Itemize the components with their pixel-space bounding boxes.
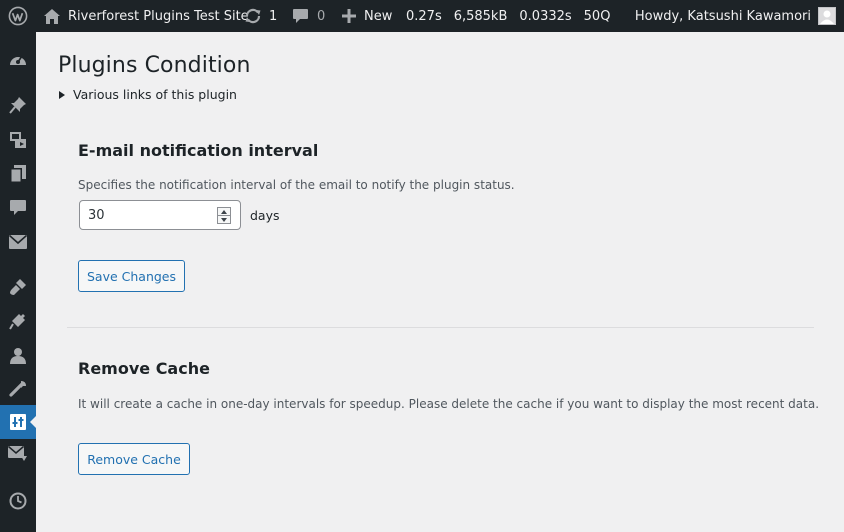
admin-sidebar — [0, 32, 37, 532]
plugins-icon[interactable] — [0, 304, 36, 338]
stat-query-time: 0.0332s — [519, 8, 572, 24]
site-name-link[interactable]: Riverforest Plugins Test Site — [44, 0, 249, 32]
plus-icon — [342, 9, 356, 23]
stat-time: 0.27s — [406, 8, 442, 24]
new-label: New — [364, 8, 393, 24]
stat-memory: 6,585kB — [453, 8, 508, 24]
comment-bubble-icon — [293, 9, 308, 23]
site-name: Riverforest Plugins Test Site — [68, 8, 249, 24]
page-title: Plugins Condition — [58, 53, 251, 78]
interval-number-input[interactable]: 30 — [79, 200, 241, 230]
admin-bar: Riverforest Plugins Test Site 1 0 New 0.… — [0, 0, 844, 32]
mail-settings-icon[interactable] — [0, 437, 36, 471]
comments-link[interactable]: 0 — [293, 0, 325, 32]
interval-unit: days — [250, 208, 280, 223]
media-icon[interactable] — [0, 123, 36, 157]
updates-link[interactable]: 1 — [244, 0, 277, 32]
section-divider — [67, 327, 814, 328]
mail-icon[interactable] — [0, 225, 36, 259]
email-interval-description: Specifies the notification interval of t… — [78, 178, 515, 192]
interval-value: 30 — [88, 207, 105, 223]
updates-count: 1 — [269, 8, 278, 24]
greeting: Howdy, Katsushi Kawamori — [634, 8, 811, 24]
remove-cache-heading: Remove Cache — [78, 359, 210, 378]
comments-icon[interactable] — [0, 191, 36, 225]
spinner-down-icon[interactable] — [218, 216, 230, 223]
spinner-up-icon[interactable] — [218, 208, 230, 216]
email-interval-heading: E-mail notification interval — [78, 141, 319, 160]
updates-icon — [244, 8, 262, 24]
wordpress-logo-icon[interactable] — [8, 0, 28, 32]
new-content-link[interactable]: New — [342, 0, 392, 32]
users-icon[interactable] — [0, 338, 36, 372]
tools-icon[interactable] — [0, 372, 36, 406]
stat-queries: 50Q — [583, 8, 611, 24]
number-spinner[interactable] — [217, 207, 231, 224]
query-monitor-link[interactable]: 0.27s 6,585kB 0.0332s 50Q — [406, 0, 610, 32]
avatar — [818, 7, 836, 25]
posts-icon[interactable] — [0, 88, 36, 122]
plugin-links-toggle[interactable]: Various links of this plugin — [59, 87, 237, 102]
remove-cache-button[interactable]: Remove Cache — [78, 443, 190, 475]
save-changes-button[interactable]: Save Changes — [78, 260, 185, 292]
details-summary: Various links of this plugin — [73, 87, 237, 102]
settings-icon[interactable] — [0, 405, 37, 439]
home-icon — [44, 8, 60, 24]
appearance-icon[interactable] — [0, 270, 36, 304]
pages-icon[interactable] — [0, 157, 36, 191]
disclosure-triangle-icon — [59, 90, 65, 99]
my-account-link[interactable]: Howdy, Katsushi Kawamori — [635, 0, 836, 32]
clock-icon[interactable] — [0, 484, 36, 518]
dashboard-icon[interactable] — [0, 43, 36, 77]
remove-cache-description: It will create a cache in one-day interv… — [78, 397, 820, 411]
comments-count: 0 — [317, 8, 326, 24]
